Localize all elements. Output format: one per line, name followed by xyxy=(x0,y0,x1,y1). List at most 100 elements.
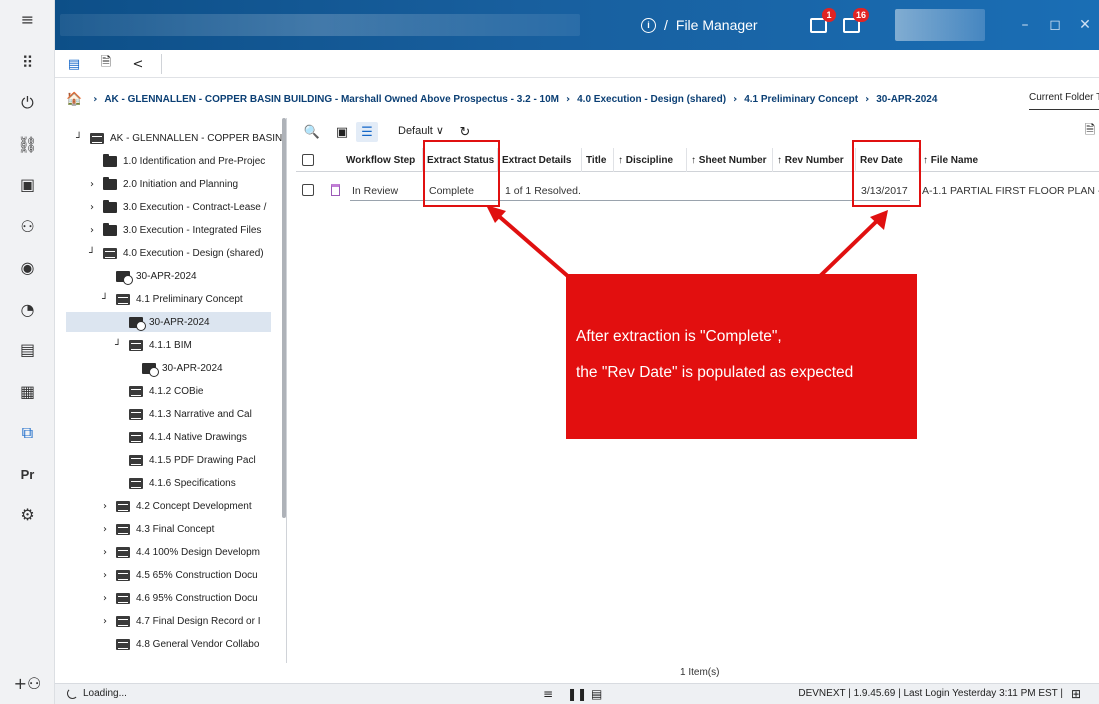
tree-node[interactable]: ┘ 4.1 Preliminary Concept xyxy=(100,289,243,309)
collapse-arrow-icon[interactable]: ┘ xyxy=(113,340,123,351)
close-button[interactable]: ✕ xyxy=(1070,0,1099,50)
tree-node[interactable]: › 4.6 95% Construction Docu xyxy=(100,588,258,608)
app-header: i / File Manager 1 16 – ◻ ✕ xyxy=(55,0,1099,50)
col-sheet-number[interactable]: ↑ Sheet Number xyxy=(686,148,770,172)
apps-button[interactable]: ⠿ xyxy=(0,43,55,83)
tree-node[interactable]: 30-APR-2024 xyxy=(100,266,197,286)
export-button[interactable]: 🗎 xyxy=(1082,122,1098,142)
list-view-button[interactable]: ▤ xyxy=(63,54,85,74)
messages-button[interactable]: 16 xyxy=(841,8,869,36)
row-checkbox[interactable] xyxy=(302,184,314,196)
col-rev-number[interactable]: ↑ Rev Number xyxy=(772,148,852,172)
info-icon[interactable]: i xyxy=(641,17,656,33)
tree-node[interactable]: 4.8 General Vendor Collabo xyxy=(100,634,259,654)
view-selector[interactable]: Default ∨ xyxy=(398,124,444,137)
tree-node-label: 4.4 100% Design Developm xyxy=(136,546,260,558)
settings-button[interactable]: ⚙ xyxy=(0,495,55,535)
col-workflow-step[interactable]: Workflow Step xyxy=(342,148,422,172)
tree-node[interactable]: 4.1.2 COBie xyxy=(113,381,203,401)
expand-arrow-icon[interactable]: › xyxy=(100,593,110,604)
notifications-button[interactable]: 1 xyxy=(808,8,836,36)
expand-arrow-icon[interactable]: › xyxy=(100,501,110,512)
tree-node[interactable]: 4.1.6 Specifications xyxy=(113,473,236,493)
refresh-button[interactable]: ↻ xyxy=(456,122,474,142)
tree-node[interactable]: › 4.4 100% Design Developm xyxy=(100,542,260,562)
collapse-arrow-icon[interactable]: ┘ xyxy=(87,248,97,259)
hierarchy-button[interactable]: ⛓ xyxy=(0,125,55,165)
current-folder-selector[interactable]: Current Folder T xyxy=(1029,92,1099,110)
tree-node-label: 30-APR-2024 xyxy=(136,270,197,282)
col-file-name[interactable]: ↑ File Name xyxy=(918,148,1099,172)
collapse-arrow-icon[interactable]: ┘ xyxy=(74,133,84,144)
select-all-checkbox[interactable] xyxy=(302,154,314,166)
list-details-button[interactable]: ☰ xyxy=(356,122,378,142)
tree-node-label: 3.0 Execution - Contract-Lease / xyxy=(123,201,267,213)
file-manager-button[interactable]: ⧉ xyxy=(0,413,55,453)
breadcrumb-item-concept[interactable]: 4.1 Preliminary Concept xyxy=(744,94,858,105)
expand-arrow-icon[interactable]: › xyxy=(100,616,110,627)
restore-button[interactable]: ◻ xyxy=(1040,0,1070,50)
tree-node-label: 4.6 95% Construction Docu xyxy=(136,592,258,604)
expand-arrow-icon[interactable]: › xyxy=(100,524,110,535)
id-card-button[interactable]: ▣ xyxy=(0,165,55,205)
tree-node[interactable]: ┘ 4.0 Execution - Design (shared) xyxy=(87,243,264,263)
tree-node[interactable]: 4.1.4 Native Drawings xyxy=(113,427,247,447)
tree-node[interactable]: › 4.7 Final Design Record or I xyxy=(100,611,261,631)
share-button[interactable]: < xyxy=(127,54,149,74)
apps-grid-icon: ⠿ xyxy=(21,53,34,72)
expand-arrow-icon[interactable]: › xyxy=(100,547,110,558)
document-button[interactable]: 🗎 xyxy=(95,54,117,74)
collapse-arrow-icon[interactable]: ┘ xyxy=(100,294,110,305)
doc-clock-button[interactable]: ◔ xyxy=(0,290,55,330)
tree-node[interactable]: › 2.0 Initiation and Planning xyxy=(87,174,238,194)
compass-button[interactable]: ◉ xyxy=(0,248,55,288)
expand-arrow-icon[interactable]: › xyxy=(87,225,97,236)
tree-node[interactable]: › 3.0 Execution - Contract-Lease / xyxy=(87,197,266,217)
breadcrumb-separator: › xyxy=(93,93,98,105)
tree-node[interactable]: 30-APR-2024 xyxy=(126,358,223,378)
image-view-button[interactable]: ▣ xyxy=(332,122,352,142)
expand-arrow-icon[interactable]: › xyxy=(100,570,110,581)
col-discipline[interactable]: ↑ Discipline xyxy=(613,148,683,172)
left-rail: ≡ ⠿ ⏻ ⛓ ▣ ⚇ ◉ ◔ ▤ ▦ ⧉ Pr ⚙ +⚇ xyxy=(0,0,55,704)
form-button[interactable]: ▤ xyxy=(0,330,55,370)
tree-node[interactable]: › 4.2 Concept Development xyxy=(100,496,252,516)
project-button[interactable]: Pr xyxy=(0,454,55,494)
search-button[interactable]: 🔍 xyxy=(302,122,322,142)
add-user-button[interactable]: +⚇ xyxy=(0,664,55,704)
expand-arrow-icon[interactable]: › xyxy=(87,179,97,190)
tree-node[interactable]: 4.1.5 PDF Drawing Pacl xyxy=(113,450,256,470)
layout-list-icon[interactable]: ≡ xyxy=(543,687,553,701)
minimize-button[interactable]: – xyxy=(1010,0,1040,50)
tree-scrollbar[interactable] xyxy=(282,118,286,518)
calculator-button[interactable]: ▦ xyxy=(0,372,55,412)
tree-node[interactable]: 4.1.3 Narrative and Cal xyxy=(113,404,252,424)
menu-button[interactable]: ≡ xyxy=(0,0,55,40)
tree-node-label: 4.1.6 Specifications xyxy=(149,477,236,489)
avatar[interactable] xyxy=(895,9,985,41)
power-button[interactable]: ⏻ xyxy=(0,83,55,123)
breadcrumb-item-date[interactable]: 30-APR-2024 xyxy=(876,94,937,105)
col-title[interactable]: Title xyxy=(581,148,611,172)
cabinet-folder-icon xyxy=(116,523,130,535)
cabinet-folder-icon xyxy=(116,615,130,627)
breadcrumb-item-design[interactable]: 4.0 Execution - Design (shared) xyxy=(577,94,726,105)
home-icon[interactable]: 🏠 xyxy=(66,92,82,107)
col-extract-details[interactable]: Extract Details xyxy=(497,148,577,172)
tree-node[interactable]: › 4.5 65% Construction Docu xyxy=(100,565,258,585)
tree-node[interactable]: 1.0 Identification and Pre-Projec xyxy=(87,151,265,171)
users-button[interactable]: ⚇ xyxy=(0,207,55,247)
layout-columns-icon[interactable]: ❚❚ xyxy=(567,687,587,701)
breadcrumb-item-project[interactable]: AK - GLENNALLEN - COPPER BASIN BUILDING … xyxy=(104,94,559,105)
folder-icon xyxy=(103,199,117,213)
table-row[interactable]: In Review Complete 1 of 1 Resolved. 3/13… xyxy=(296,180,1099,202)
tree-node[interactable]: › 3.0 Execution - Integrated Files xyxy=(87,220,261,240)
expand-arrow-icon[interactable]: › xyxy=(87,202,97,213)
tree-node[interactable]: › 4.3 Final Concept xyxy=(100,519,214,539)
activity-icon[interactable]: ⊞ xyxy=(1071,687,1081,701)
items-count: 1 Item(s) xyxy=(680,667,720,678)
tree-node[interactable]: ┘ AK - GLENNALLEN - COPPER BASIN xyxy=(74,128,282,148)
tree-node[interactable]: ┘ 4.1.1 BIM xyxy=(113,335,192,355)
tree-node[interactable]: 30-APR-2024 xyxy=(66,312,271,332)
layout-details-icon[interactable]: ▤ xyxy=(591,687,602,701)
